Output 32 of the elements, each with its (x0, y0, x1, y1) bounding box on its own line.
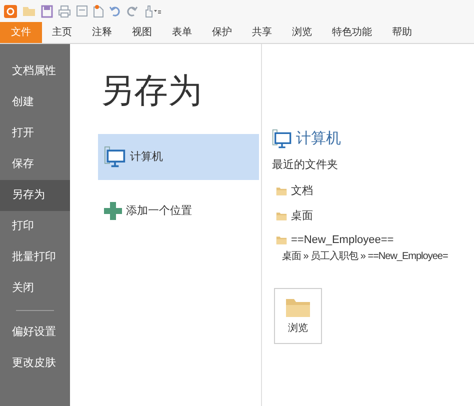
sidebar-item[interactable]: 保存 (0, 149, 70, 180)
folder-path: 桌面 » 员工入职包 » ==New_Employee= (281, 250, 448, 264)
sidebar-item[interactable]: 打印 (0, 211, 70, 242)
sidebar-item[interactable]: 偏好设置 (0, 317, 70, 348)
menu-tab[interactable]: 特色功能 (322, 22, 382, 43)
menu-tab[interactable]: 注释 (82, 22, 122, 43)
sidebar-item[interactable]: 打开 (0, 118, 70, 149)
folder-name: 文档 (291, 184, 313, 199)
sidebar-item[interactable]: 另存为 (0, 180, 70, 211)
menu-tab[interactable]: 帮助 (382, 22, 422, 43)
recent-folders-label: 最近的文件夹 (272, 158, 339, 172)
browse-button[interactable]: 浏览 (274, 288, 322, 344)
folder-name: 桌面 (291, 208, 313, 224)
menu-tab[interactable]: 浏览 (282, 22, 322, 43)
page-title: 另存为 (99, 74, 203, 112)
recent-folder[interactable]: 桌面 (272, 204, 474, 228)
sidebar-item[interactable]: 创建 (0, 87, 70, 118)
sidebar-item[interactable]: 批量打印 (0, 242, 70, 273)
section-heading: 计算机 (296, 129, 341, 149)
recent-folder[interactable]: 文档 (272, 179, 474, 204)
place-item[interactable]: 添加一个位置 (98, 188, 259, 234)
menu-tab[interactable]: 视图 (122, 22, 162, 43)
menu-tab[interactable]: 主页 (42, 22, 82, 43)
folder-name: ==New_Employee== (291, 233, 394, 248)
sidebar-item[interactable]: 关闭 (0, 273, 70, 304)
sidebar-item[interactable]: 更改皮肤 (0, 348, 70, 379)
menu-tab[interactable]: 共享 (242, 22, 282, 43)
sidebar-item[interactable]: 文档属性 (0, 56, 70, 87)
menu-tab[interactable]: 表单 (162, 22, 202, 43)
recent-folder[interactable]: ==New_Employee== 桌面 » 员工入职包 » ==New_Employee= (272, 228, 474, 268)
menu-tab[interactable]: 保护 (202, 22, 242, 43)
place-item[interactable]: 计算机 (98, 134, 259, 180)
